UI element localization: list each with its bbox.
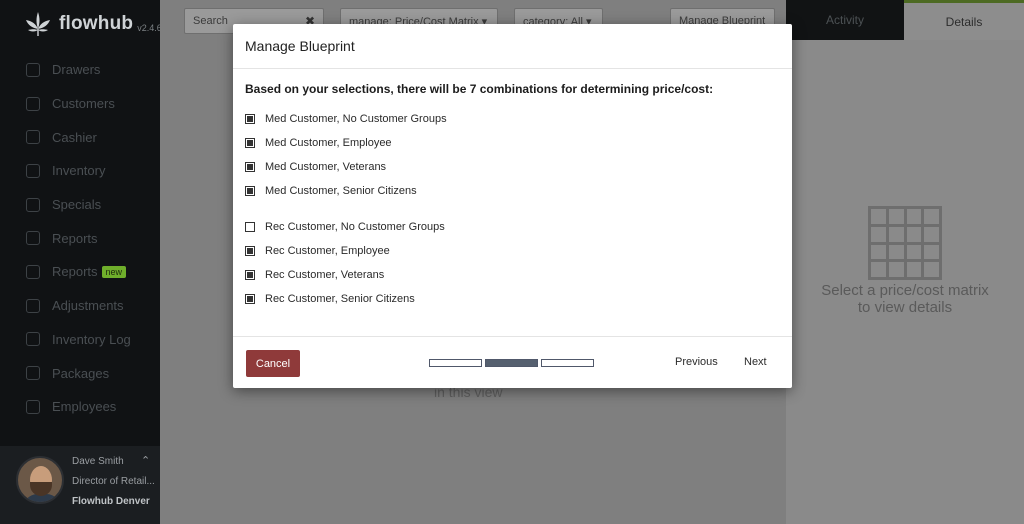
user-card[interactable]: Dave Smith Director of Retail... Flowhub… (0, 446, 160, 524)
checkbox[interactable] (245, 294, 255, 304)
inventory-icon (26, 163, 40, 178)
combination-item[interactable]: Med Customer, Veterans (245, 155, 447, 179)
brand[interactable]: flowhub v2.4.6a (24, 10, 167, 38)
checkbox[interactable] (245, 270, 255, 280)
new-badge: new (101, 265, 127, 278)
brand-name: flowhub (59, 13, 134, 34)
sidebar-item-label: Specials (52, 197, 102, 213)
combination-label: Rec Customer, Employee (265, 245, 390, 257)
combination-label: Med Customer, Employee (265, 137, 392, 149)
panel-tabs: Activity Details (786, 0, 1024, 40)
reports-icon (26, 264, 40, 279)
previous-button[interactable]: Previous (675, 356, 718, 368)
sidebar-item-adjustments[interactable]: Adjustments (0, 289, 160, 323)
sidebar-item-reports-new[interactable]: Reports new (0, 255, 160, 289)
sidebar: flowhub v2.4.6a Drawers Customers Cashie… (0, 0, 167, 524)
sidebar-item-label: Cashier (52, 129, 97, 145)
chevron-up-icon[interactable]: ⌃ (141, 454, 150, 467)
step-indicator-active (485, 359, 538, 367)
combination-label: Rec Customer, No Customer Groups (265, 221, 445, 233)
sidebar-item-label: Reports (52, 230, 98, 246)
combination-item[interactable]: Med Customer, No Customer Groups (245, 107, 447, 131)
combination-label: Med Customer, Senior Citizens (265, 185, 417, 197)
combination-item[interactable]: Med Customer, Senior Citizens (245, 179, 447, 203)
customers-icon (26, 96, 40, 111)
sidebar-item-label: Packages (52, 365, 110, 381)
combination-item[interactable]: Rec Customer, Senior Citizens (245, 287, 447, 311)
checkbox[interactable] (245, 222, 255, 232)
tab-details[interactable]: Details (904, 0, 1024, 40)
combination-item[interactable]: Rec Customer, Employee (245, 239, 447, 263)
manage-blueprint-modal: Manage Blueprint Based on your selection… (233, 24, 792, 388)
sidebar-item-label: Inventory Log (52, 331, 131, 347)
sidebar-item-specials[interactable]: Specials (0, 188, 160, 222)
sidebar-item-inventory[interactable]: Inventory (0, 154, 160, 188)
adjustments-icon (26, 298, 40, 313)
package-icon (26, 366, 40, 381)
tab-activity[interactable]: Activity (786, 0, 904, 40)
combination-label: Rec Customer, Senior Citizens (265, 293, 415, 305)
avatar (16, 456, 64, 504)
sidebar-item-label: Adjustments (52, 298, 124, 314)
combination-item[interactable]: Rec Customer, No Customer Groups (245, 215, 447, 239)
tag-icon (26, 197, 40, 212)
checkbox[interactable] (245, 186, 255, 196)
checkbox[interactable] (245, 246, 255, 256)
modal-title: Manage Blueprint (233, 24, 792, 69)
checkbox[interactable] (245, 138, 255, 148)
log-icon (26, 332, 40, 347)
combination-item[interactable]: Rec Customer, Veterans (245, 263, 447, 287)
search-placeholder: Search (193, 15, 228, 27)
cancel-button[interactable]: Cancel (246, 350, 300, 377)
empty-state-message: Select a price/cost matrix to view detai… (821, 282, 989, 316)
user-role: Director of Retail... (72, 476, 155, 487)
user-name: Dave Smith (72, 456, 124, 467)
employees-icon (26, 399, 40, 414)
sidebar-item-label: Employees (52, 399, 117, 415)
combination-label: Med Customer, No Customer Groups (265, 113, 447, 125)
details-panel: Activity Details Select a price/cost mat… (786, 0, 1024, 524)
sidebar-item-label: Inventory (52, 163, 106, 179)
reports-icon (26, 231, 40, 246)
sidebar-item-reports[interactable]: Reports (0, 221, 160, 255)
combination-label: Rec Customer, Veterans (265, 269, 385, 281)
combination-label: Med Customer, Veterans (265, 161, 387, 173)
combination-item[interactable]: Med Customer, Employee (245, 131, 447, 155)
sidebar-item-drawers[interactable]: Drawers (0, 53, 160, 87)
user-store: Flowhub Denver (72, 496, 150, 507)
checkbox[interactable] (245, 162, 255, 172)
next-button[interactable]: Next (744, 356, 767, 368)
leaf-logo-icon (26, 12, 50, 36)
matrix-grid-icon (868, 206, 942, 280)
step-indicator (541, 359, 594, 367)
sidebar-item-employees[interactable]: Employees (0, 390, 160, 424)
sidebar-item-customers[interactable]: Customers (0, 87, 160, 121)
sidebar-item-label: Drawers (52, 62, 101, 78)
combination-list: Med Customer, No Customer Groups Med Cus… (245, 107, 447, 311)
sidebar-nav: Drawers Customers Cashier Inventory Spec… (0, 53, 160, 424)
sidebar-item-inventory-log[interactable]: Inventory Log (0, 323, 160, 357)
step-indicator (429, 359, 482, 367)
sidebar-item-label: Reports (52, 264, 98, 280)
step-progress (429, 359, 594, 367)
sidebar-item-label: Customers (52, 96, 115, 112)
modal-intro: Based on your selections, there will be … (245, 82, 714, 96)
checkbox[interactable] (245, 114, 255, 124)
dollar-icon (26, 130, 40, 145)
drawer-icon (26, 62, 40, 77)
modal-footer: Cancel Previous Next (233, 336, 792, 388)
sidebar-item-packages[interactable]: Packages (0, 356, 160, 390)
sidebar-item-cashier[interactable]: Cashier (0, 120, 160, 154)
